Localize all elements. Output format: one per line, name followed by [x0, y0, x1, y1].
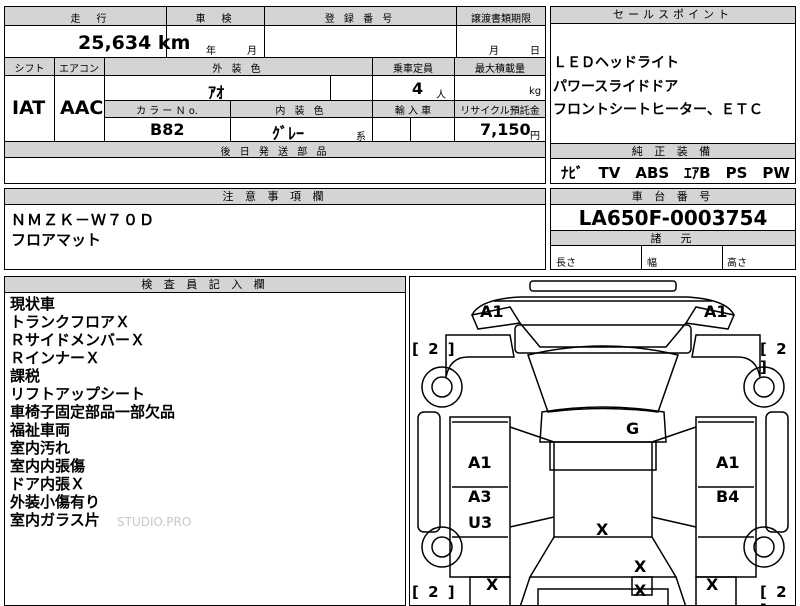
sales-point-item: フロントシートヒーター、ＥＴＣ: [553, 102, 763, 118]
color-no-label: カ ラ ー Ｎ o.: [136, 106, 198, 117]
inspector-label: 検 査 員 記 入 欄: [5, 277, 405, 293]
mark-front-right: A1: [704, 302, 728, 321]
mark-trunk: X: [634, 581, 647, 600]
mileage-label: 走 行: [70, 14, 110, 25]
exterior-color-value: ｱｵ: [208, 83, 225, 102]
mark-tire-front-right: [ 2 ]: [760, 340, 789, 376]
max-load-label: 最大積載量: [475, 64, 525, 75]
mark-roof: G: [626, 419, 640, 438]
shipping-parts-label: 後 日 発 送 部 品: [220, 147, 330, 158]
equipment-value: ﾅﾋﾞ TV ABS ｴｱB PS PW: [561, 164, 790, 182]
shift-label: シフト: [14, 64, 45, 75]
capacity-value: 4: [412, 79, 424, 98]
recycle-unit: 円: [530, 131, 540, 142]
width-label: 幅: [647, 258, 657, 269]
ac-value: AAC: [60, 97, 104, 119]
mark-rear-left: X: [486, 575, 499, 594]
sales-point-item: パワースライドドア: [553, 79, 679, 95]
mark-rear-center: X: [634, 557, 647, 576]
capacity-label: 乗車定員: [393, 64, 433, 75]
recycle-value: 7,150: [480, 120, 531, 139]
mark-tire-rear-right: [ 2 ]: [760, 583, 789, 605]
inspection-month: 月: [247, 46, 257, 57]
chassis-panel: 車 台 番 号 LA650F-0003754 諸 元 長さ 幅 高さ: [550, 188, 796, 270]
color-no-value: B82: [150, 120, 185, 139]
mark-front-left: A1: [480, 302, 504, 321]
mark-left-rear-a3: A3: [468, 487, 492, 506]
sales-point-item: ＬＥＤヘッドライト: [553, 55, 679, 71]
sales-points-label: セールスポイント: [551, 7, 795, 24]
notes-panel: 注 意 事 項 欄 ＮＭＺＫ－Ｗ７０Ｄ フロアマット: [4, 188, 546, 270]
exterior-color-label: 外 装 色: [212, 64, 264, 75]
interior-color-value: ｸﾞﾚｰ: [272, 124, 305, 143]
notes-label: 注 意 事 項 欄: [5, 189, 545, 205]
import-label: 輸 入 車: [394, 106, 432, 117]
sales-points-panel: セールスポイント ＬＥＤヘッドライト パワースライドドア フロントシートヒーター…: [550, 6, 796, 184]
inspector-note: トランクフロアＸ: [10, 313, 131, 331]
inspector-note: 現状車: [10, 295, 56, 313]
ac-label: エアコン: [59, 64, 99, 75]
inspector-note: 外装小傷有り: [10, 493, 101, 511]
inspector-note: リフトアップシート: [10, 385, 146, 403]
chassis-label: 車 台 番 号: [551, 189, 795, 205]
interior-color-label: 内 装 色: [275, 106, 327, 117]
mark-left-rear-u3: U3: [468, 513, 493, 532]
chassis-number: LA650F-0003754: [578, 206, 768, 230]
inspector-note: 室内汚れ: [10, 439, 71, 457]
inspection-label: 車 検: [195, 14, 235, 25]
capacity-unit: 人: [436, 90, 446, 101]
mark-floor: X: [596, 520, 609, 539]
notes-line: フロアマット: [11, 231, 102, 249]
inspector-note: ドア内張Ｘ: [10, 475, 86, 493]
shift-value: IAT: [12, 97, 46, 119]
inspector-panel: 検 査 員 記 入 欄 現状車 トランクフロアＸ ＲサイドメンバーＸ Ｒインナー…: [4, 276, 406, 606]
mark-right-rear: B4: [716, 487, 740, 506]
mark-tire-front-left: [ 2 ]: [412, 340, 457, 358]
registration-label: 登 録 番 号: [324, 14, 396, 25]
load-unit: kg: [529, 86, 542, 97]
inspector-notes-list: 現状車 トランクフロアＸ ＲサイドメンバーＸ ＲインナーＸ 課税 リフトアップシ…: [10, 295, 175, 529]
inspector-note: ＲインナーＸ: [10, 349, 101, 367]
interior-suffix: 系: [356, 132, 366, 143]
dimensions-label: 諸 元: [551, 230, 795, 246]
notes-line: ＮＭＺＫ－Ｗ７０Ｄ: [11, 211, 156, 229]
mileage-value: 25,634 km: [78, 32, 191, 54]
transfer-deadline-label: 譲渡書類期限: [471, 14, 531, 25]
inspector-note: 福祉車両: [10, 421, 71, 439]
mark-left-front-door: A1: [468, 453, 492, 472]
mark-tire-rear-left: [ 2 ]: [412, 583, 457, 601]
equipment-label: 純 正 装 備: [551, 143, 795, 159]
transfer-month: 月: [489, 46, 499, 57]
inspector-note: 課税: [10, 367, 41, 385]
car-damage-diagram: A1 A1 [ 2 ] [ 2 ] G A1 A1 A3 U3 B4 X X X…: [409, 276, 796, 606]
car-outline-drawing: [417, 280, 789, 605]
recycle-label: リサイクル預託金: [460, 106, 540, 117]
inspection-year: 年: [206, 46, 216, 57]
transfer-day: 日: [530, 46, 540, 57]
mark-rear-right: X: [706, 575, 719, 594]
mark-right-front-door: A1: [716, 453, 740, 472]
inspector-note: 室内内張傷: [10, 457, 86, 475]
inspector-note: ＲサイドメンバーＸ: [10, 331, 146, 349]
height-label: 高さ: [727, 258, 747, 269]
inspector-note: 車椅子固定部品一部欠品: [10, 403, 176, 421]
length-label: 長さ: [556, 258, 576, 269]
watermark: STUDIO.PRO: [117, 515, 192, 529]
